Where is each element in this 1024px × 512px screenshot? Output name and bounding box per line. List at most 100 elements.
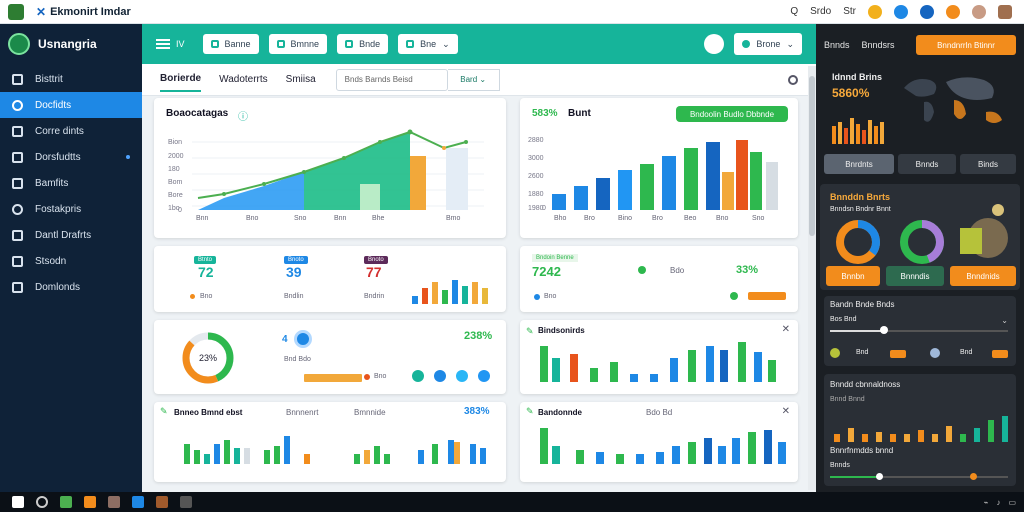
toolbar-button-1[interactable]: Banne bbox=[202, 34, 259, 54]
edit-icon[interactable]: ✎ bbox=[526, 326, 534, 337]
rp-donut-sub: Bnndsn Bndnr Bnnt bbox=[830, 206, 891, 213]
edit-icon[interactable]: ✎ bbox=[160, 406, 168, 417]
tab-3[interactable]: Smiisa bbox=[286, 68, 316, 91]
sidebar-item-8[interactable]: Stsodn bbox=[0, 248, 142, 274]
sidebar-item-7[interactable]: Dantl Drafrts bbox=[0, 222, 142, 248]
slider-handle[interactable] bbox=[876, 473, 883, 480]
x-tick: Bino bbox=[618, 215, 632, 222]
bar-mark bbox=[274, 446, 280, 464]
brand: Usnangria bbox=[0, 24, 142, 64]
card-mid: Bdo Bd bbox=[646, 408, 673, 417]
sidebar-item-6[interactable]: Fostakpris bbox=[0, 196, 142, 222]
app-taskbar-icon[interactable] bbox=[60, 496, 72, 508]
bar-mark bbox=[552, 358, 560, 382]
grid-icon bbox=[12, 177, 23, 189]
pct-value: 383% bbox=[464, 406, 490, 417]
status-dot-icon bbox=[742, 40, 751, 48]
toolbar-button-3[interactable]: Bnde bbox=[337, 34, 389, 54]
close-icon[interactable]: ✕ bbox=[782, 324, 790, 335]
mid-value: 4 bbox=[282, 334, 288, 345]
slider-handle[interactable] bbox=[970, 473, 977, 480]
filter-input[interactable]: Bnds Barnds Beisd bbox=[335, 68, 448, 91]
search-icon[interactable] bbox=[788, 74, 798, 85]
bar-mark bbox=[364, 450, 370, 464]
slider-handle[interactable] bbox=[880, 326, 888, 334]
bar-mark bbox=[540, 428, 548, 464]
mid-label: Bnd Bdo bbox=[284, 356, 311, 363]
bar-mark bbox=[704, 438, 712, 464]
sidebar-item-1[interactable]: Bisttrit bbox=[0, 66, 142, 92]
rp-bars-title: Bnndd cbnnaldnoss bbox=[830, 380, 901, 389]
x-tick: Bnn bbox=[334, 215, 347, 222]
bar-mark bbox=[838, 122, 842, 144]
rp-donut-button[interactable]: Bnnbn bbox=[826, 266, 880, 286]
sidebar-item-2[interactable]: Docfidts bbox=[0, 92, 142, 118]
help-icon[interactable] bbox=[894, 4, 908, 19]
app-taskbar-icon[interactable] bbox=[132, 496, 144, 508]
sidebar-item-3[interactable]: Corre dints bbox=[0, 118, 142, 144]
avatar[interactable] bbox=[972, 4, 986, 19]
toolbar-button-4[interactable]: Bne ⌄ bbox=[398, 34, 458, 54]
close-x-icon[interactable]: ✕ bbox=[36, 5, 46, 19]
toolbar-dropdown-label: Brone bbox=[756, 39, 781, 49]
rp-tab-3[interactable]: Binds bbox=[960, 154, 1016, 174]
titlebar-item[interactable]: Q bbox=[790, 6, 798, 17]
rp-orange-button[interactable]: Bnndnrrln Btinnr bbox=[916, 35, 1016, 55]
x-tick: Sno bbox=[752, 215, 765, 222]
rp-donut-button[interactable]: Bnnndis bbox=[886, 266, 944, 286]
edit-icon[interactable]: ✎ bbox=[526, 406, 534, 417]
bar-mark bbox=[482, 288, 488, 304]
notifications-icon[interactable] bbox=[946, 4, 960, 19]
bar-mark bbox=[732, 438, 740, 464]
trend-point bbox=[262, 182, 266, 186]
tab-1[interactable]: Borierde bbox=[160, 67, 202, 92]
legend-dot bbox=[478, 370, 490, 382]
sidebar-item-label: Docfidts bbox=[35, 99, 72, 111]
status-dot-icon bbox=[830, 348, 840, 358]
toolbar-iv[interactable]: IV bbox=[176, 39, 185, 49]
search-icon[interactable] bbox=[36, 496, 48, 508]
y-tick: 2000 bbox=[168, 153, 184, 160]
refresh-button[interactable] bbox=[704, 34, 725, 54]
close-icon[interactable]: ✕ bbox=[782, 406, 790, 417]
titlebar-item[interactable]: Srdo bbox=[810, 6, 831, 17]
rp-donut-charts bbox=[836, 220, 944, 264]
mini-bar-chart bbox=[832, 118, 884, 144]
sidebar-item-4[interactable]: Dorsfudtts bbox=[0, 144, 142, 170]
toolbar-button-2[interactable]: Bmnne bbox=[268, 34, 328, 54]
tab-2[interactable]: Wadoterrts bbox=[219, 68, 268, 91]
app-taskbar-icon[interactable] bbox=[84, 496, 96, 508]
volume-icon[interactable]: ♪ bbox=[996, 498, 1000, 507]
rp-head-item[interactable]: Bnnds bbox=[824, 40, 850, 50]
scroll-thumb[interactable] bbox=[809, 76, 815, 236]
filter-dropdown[interactable]: Bard ⌄ bbox=[447, 68, 500, 91]
titlebar-item[interactable]: Str bbox=[843, 6, 856, 17]
bar-mark bbox=[844, 128, 848, 144]
bar-mark bbox=[874, 126, 878, 144]
app-taskbar-icon[interactable] bbox=[156, 496, 168, 508]
map-section: Idnnd Brins 5860% bbox=[824, 64, 1016, 148]
bar-chart-5 bbox=[540, 428, 786, 464]
coin-icon[interactable] bbox=[868, 4, 882, 19]
bar-mark bbox=[850, 118, 854, 144]
rp-tab-1[interactable]: Bnrdnts bbox=[824, 154, 894, 174]
sidebar-item-5[interactable]: Bamfits bbox=[0, 170, 142, 196]
network-icon[interactable]: ⌁ bbox=[984, 498, 989, 507]
rp-head-item[interactable]: Bnndsrs bbox=[862, 40, 895, 50]
bar-mark bbox=[462, 286, 468, 304]
bar-icon bbox=[12, 255, 23, 267]
settings-icon[interactable] bbox=[920, 4, 934, 19]
chevron-down-icon[interactable]: ⌄ bbox=[1001, 316, 1008, 325]
app-taskbar-icon[interactable] bbox=[180, 496, 192, 508]
toolbar-dropdown[interactable]: Brone ⌄ bbox=[734, 33, 802, 55]
bar-chart-3 bbox=[540, 342, 776, 382]
menu-icon[interactable] bbox=[156, 39, 170, 49]
sidebar-item-9[interactable]: Domlonds bbox=[0, 274, 142, 300]
rp-tab-2[interactable]: Bnnds bbox=[898, 154, 956, 174]
battery-icon[interactable]: ▭ bbox=[1008, 498, 1016, 507]
rp-donut-button[interactable]: Bnndnids bbox=[950, 266, 1016, 286]
main-scrollbar[interactable] bbox=[808, 66, 816, 490]
start-icon[interactable] bbox=[12, 496, 24, 508]
app-taskbar-icon[interactable] bbox=[108, 496, 120, 508]
profile-icon[interactable] bbox=[998, 4, 1012, 19]
